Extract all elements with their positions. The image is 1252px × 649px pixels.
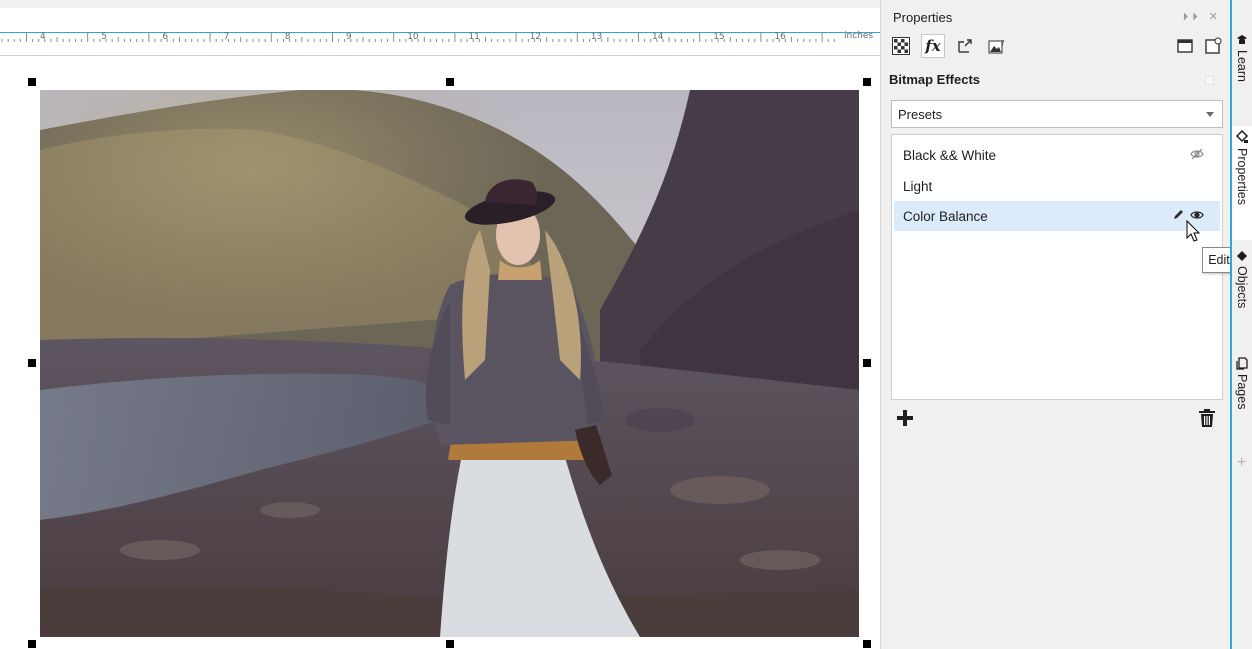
handle-middle-right[interactable] — [863, 359, 871, 367]
effect-row-light[interactable]: Light — [894, 171, 1220, 201]
ruler-number: 6 — [162, 32, 169, 42]
handle-bottom-right[interactable] — [863, 640, 871, 648]
objects-icon — [1237, 251, 1247, 261]
frame-icon[interactable] — [1173, 34, 1197, 58]
ruler-number: 4 — [40, 32, 46, 42]
effects-fx-icon[interactable]: fx — [921, 34, 945, 58]
section-title-bitmap-effects: Bitmap Effects — [889, 72, 981, 87]
effect-row-black-white[interactable]: Black && White — [894, 140, 1220, 170]
canvas-top-strip — [0, 0, 880, 8]
tab-label: Properties — [1235, 148, 1249, 205]
ruler-number: 15 — [713, 32, 725, 42]
effects-list: Black && White Light Color Balance — [891, 134, 1223, 400]
ruler-number: 14 — [652, 32, 664, 42]
add-effect-button[interactable] — [895, 408, 915, 428]
handle-top-center[interactable] — [446, 78, 454, 86]
svg-text:?: ? — [1001, 39, 1005, 47]
ruler-number: 9 — [346, 32, 352, 42]
transform-icon[interactable] — [953, 34, 977, 58]
section-toggle[interactable] — [1205, 76, 1214, 85]
ruler-ticks — [1, 32, 835, 42]
properties-docker: Properties ⏵⏵ ✕ fx ? Bitmap Effects Pres… — [880, 0, 1230, 649]
panel-title: Properties — [893, 10, 953, 25]
properties-toolbar: fx ? — [889, 34, 1225, 62]
panel-window-controls[interactable]: ⏵⏵ ✕ — [1183, 10, 1222, 24]
handle-top-right[interactable] — [863, 78, 871, 86]
ruler-number: 12 — [529, 32, 542, 42]
ruler-unit-label: inches — [844, 31, 874, 41]
presets-dropdown[interactable]: Presets — [891, 100, 1223, 128]
tab-label: Objects — [1235, 266, 1249, 309]
mouse-cursor-icon — [1186, 219, 1202, 247]
tab-objects[interactable]: Objects — [1232, 250, 1252, 330]
bitmap-photo[interactable] — [40, 90, 859, 637]
ruler-number: 16 — [774, 32, 786, 42]
photo-landscape-image — [40, 90, 859, 637]
plus-icon — [897, 410, 913, 426]
ruler-number: 11 — [468, 32, 480, 42]
checker-fill-icon[interactable] — [889, 34, 913, 58]
handle-bottom-center[interactable] — [446, 640, 454, 648]
bitmap-icon[interactable]: ? — [985, 34, 1009, 58]
pencil-edit-icon[interactable] — [1172, 209, 1184, 224]
effect-label: Light — [903, 178, 933, 194]
page-settings-icon[interactable] — [1201, 34, 1225, 58]
ruler-number: 5 — [101, 32, 107, 42]
trash-icon — [1199, 409, 1215, 427]
delete-effect-button[interactable] — [1198, 408, 1218, 430]
add-docker-tab-button[interactable]: + — [1237, 454, 1246, 472]
drawing-canvas[interactable]: 4 5 6 7 8 9 10 11 12 13 14 15 16 inches — [0, 0, 880, 649]
chevron-down-icon — [1206, 112, 1214, 117]
properties-icon — [1235, 130, 1249, 143]
effect-row-color-balance[interactable]: Color Balance — [894, 201, 1220, 231]
eye-hidden-icon[interactable] — [1190, 148, 1204, 163]
docker-side-tabs: Learn Properties Objects Pages + — [1230, 0, 1252, 649]
pages-icon — [1236, 357, 1248, 370]
tab-properties[interactable]: Properties — [1232, 126, 1252, 240]
tab-label: Learn — [1235, 50, 1249, 82]
ruler-number: 13 — [590, 32, 603, 42]
ruler-number: 8 — [284, 32, 291, 42]
ruler-number: 7 — [223, 32, 230, 42]
presets-dropdown-value: Presets — [898, 106, 943, 122]
effect-label: Color Balance — [903, 208, 988, 224]
effect-label: Black && White — [903, 147, 997, 163]
handle-middle-left[interactable] — [28, 359, 36, 367]
tab-learn[interactable]: Learn — [1232, 34, 1252, 122]
tab-label: Pages — [1235, 374, 1249, 410]
tab-pages[interactable]: Pages — [1232, 356, 1252, 436]
ruler-number: 10 — [407, 32, 419, 42]
horizontal-ruler[interactable]: 4 5 6 7 8 9 10 11 12 13 14 15 16 inches — [0, 8, 880, 56]
handle-top-left[interactable] — [28, 78, 36, 86]
graduation-cap-icon — [1237, 35, 1247, 44]
handle-bottom-left[interactable] — [28, 640, 36, 648]
